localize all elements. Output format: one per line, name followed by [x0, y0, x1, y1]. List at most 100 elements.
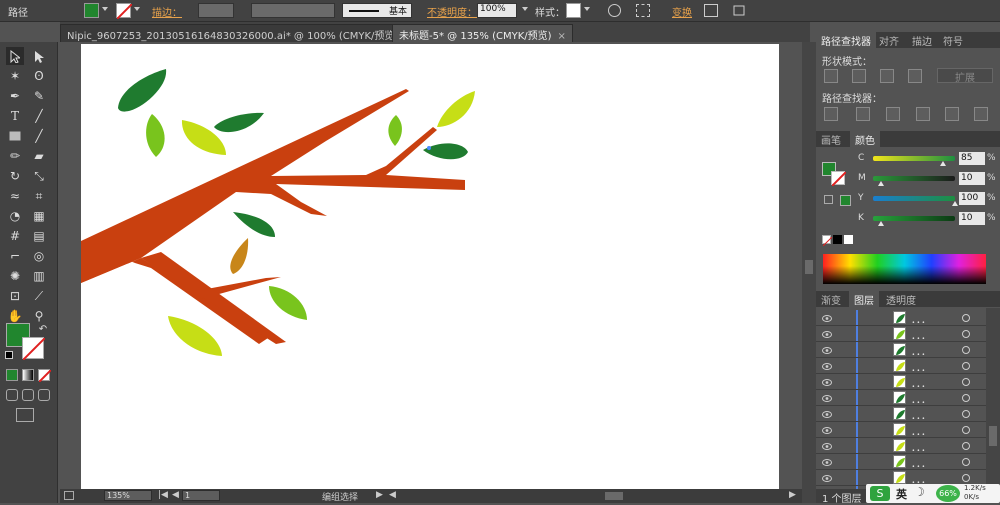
lasso-tool-icon[interactable]: ʘ: [30, 67, 48, 85]
transform-link[interactable]: 变换: [672, 4, 692, 19]
swap-colors-icon[interactable]: ↶: [34, 320, 52, 338]
first-page-icon[interactable]: |◀: [158, 490, 168, 500]
crop-icon[interactable]: [916, 107, 930, 121]
stroke-color-box[interactable]: [22, 337, 46, 361]
gradient-mode-icon[interactable]: [22, 369, 34, 381]
tab-pathfinder[interactable]: 路径查找器: [816, 32, 876, 48]
shape-builder-tool-icon[interactable]: ◔: [6, 207, 24, 225]
type-tool-icon[interactable]: T: [6, 107, 24, 125]
fill-dropdown-icon[interactable]: [102, 7, 108, 11]
scroll-right-icon[interactable]: ▶: [789, 490, 796, 500]
layer-row[interactable]: ．．．: [816, 358, 986, 374]
layer-name[interactable]: ．．．: [911, 327, 931, 342]
yellow-value-field[interactable]: 100: [959, 192, 985, 205]
target-circle-icon[interactable]: [962, 410, 970, 418]
layer-name[interactable]: ．．．: [911, 423, 931, 438]
column-graph-tool-icon[interactable]: ▥: [30, 267, 48, 285]
white-swatch[interactable]: [844, 235, 853, 244]
artboard-nav-icon[interactable]: [64, 491, 74, 500]
visibility-eye-icon[interactable]: [822, 377, 832, 386]
tab-gradient[interactable]: 渐变: [816, 291, 846, 307]
visibility-eye-icon[interactable]: [822, 345, 832, 354]
cyan-value-field[interactable]: 85: [959, 152, 985, 165]
layer-name[interactable]: ．．．: [911, 439, 931, 454]
scroll-left-icon[interactable]: ◀: [389, 490, 396, 500]
panel-menu-icon[interactable]: [732, 4, 746, 17]
tab-transparency[interactable]: 透明度: [881, 291, 921, 307]
target-circle-icon[interactable]: [962, 442, 970, 450]
status-arrow-icon[interactable]: ▶: [376, 490, 383, 500]
brush-profile-dropdown[interactable]: 基本: [342, 3, 412, 18]
yellow-slider-track[interactable]: [873, 196, 955, 201]
page-field[interactable]: 1: [182, 490, 220, 501]
target-circle-icon[interactable]: [962, 426, 970, 434]
none-mode-icon[interactable]: [38, 369, 52, 383]
layer-row[interactable]: ．．．: [816, 374, 986, 390]
draw-behind-icon[interactable]: [22, 389, 34, 401]
target-circle-icon[interactable]: [962, 346, 970, 354]
layer-row[interactable]: ．．．: [816, 390, 986, 406]
trim-icon[interactable]: [856, 107, 870, 121]
target-circle-icon[interactable]: [962, 458, 970, 466]
mesh-tool-icon[interactable]: #: [6, 227, 24, 245]
outline-icon[interactable]: [945, 107, 959, 121]
color-spectrum[interactable]: [823, 254, 986, 284]
layer-name[interactable]: ．．．: [911, 391, 931, 406]
moon-icon[interactable]: ☽: [914, 485, 925, 499]
prev-page-icon[interactable]: ◀: [172, 490, 179, 500]
tab-align[interactable]: 对齐: [874, 32, 904, 48]
scale-tool-icon[interactable]: ⤡: [30, 167, 48, 185]
target-circle-icon[interactable]: [962, 474, 970, 482]
layer-name[interactable]: ．．．: [911, 407, 931, 422]
magenta-slider-track[interactable]: [873, 176, 955, 181]
curvature-tool-icon[interactable]: ✎: [30, 87, 48, 105]
layer-row[interactable]: ．．．: [816, 342, 986, 358]
style-swatch[interactable]: [566, 3, 581, 18]
isolate-group-icon[interactable]: [704, 4, 718, 17]
divide-icon[interactable]: [824, 107, 838, 121]
expand-button[interactable]: 扩展: [937, 68, 993, 84]
slice-tool-icon[interactable]: ⟋: [30, 287, 48, 305]
stroke-swatch[interactable]: [116, 3, 133, 20]
layer-name[interactable]: ．．．: [911, 311, 931, 326]
paintbrush-tool-icon[interactable]: ╱: [30, 127, 48, 145]
battery-badge[interactable]: 66%: [936, 485, 960, 502]
exclude-icon[interactable]: [908, 69, 922, 83]
black-value-field[interactable]: 10: [959, 212, 985, 225]
visibility-eye-icon[interactable]: [822, 473, 832, 482]
eraser-tool-icon[interactable]: ▰: [30, 147, 48, 165]
layer-name[interactable]: ．．．: [911, 359, 931, 374]
width-tool-icon[interactable]: ≈: [6, 187, 24, 205]
variable-width-dropdown[interactable]: [251, 3, 335, 18]
line-tool-icon[interactable]: ╱: [30, 107, 48, 125]
fill-swatch[interactable]: [84, 3, 99, 18]
yellow-slider-thumb[interactable]: [952, 201, 958, 206]
vertical-scrollbar[interactable]: [802, 42, 816, 503]
stroke-label[interactable]: 描边：: [152, 4, 182, 19]
magenta-slider-thumb[interactable]: [878, 181, 885, 186]
stroke-weight-field[interactable]: [198, 3, 234, 18]
opacity-label[interactable]: 不透明度：: [427, 4, 477, 19]
tab-brushes[interactable]: 画笔: [816, 131, 846, 147]
target-circle-icon[interactable]: [962, 378, 970, 386]
magenta-value-field[interactable]: 10: [959, 172, 985, 185]
color-mode-icon[interactable]: [6, 369, 18, 381]
out-of-gamut-icon[interactable]: [824, 195, 833, 204]
tree-illustration[interactable]: [81, 44, 779, 489]
pencil-tool-icon[interactable]: ✏: [6, 147, 24, 165]
perspective-grid-tool-icon[interactable]: ▦: [30, 207, 48, 225]
rectangle-tool-icon[interactable]: [6, 127, 24, 145]
target-circle-icon[interactable]: [962, 394, 970, 402]
black-slider-track[interactable]: [873, 216, 955, 221]
sogou-logo-icon[interactable]: S: [870, 486, 890, 501]
draw-inside-icon[interactable]: [38, 389, 50, 401]
tab-symbols[interactable]: 符号: [938, 32, 968, 48]
tab-close-icon[interactable]: ×: [558, 31, 566, 42]
visibility-eye-icon[interactable]: [822, 409, 832, 418]
visibility-eye-icon[interactable]: [822, 361, 832, 370]
layer-name[interactable]: ．．．: [911, 343, 931, 358]
horizontal-scroll-thumb[interactable]: [605, 492, 623, 500]
visibility-eye-icon[interactable]: [822, 329, 832, 338]
eyedropper-tool-icon[interactable]: ⌐: [6, 247, 24, 265]
layer-row[interactable]: ．．．: [816, 406, 986, 422]
